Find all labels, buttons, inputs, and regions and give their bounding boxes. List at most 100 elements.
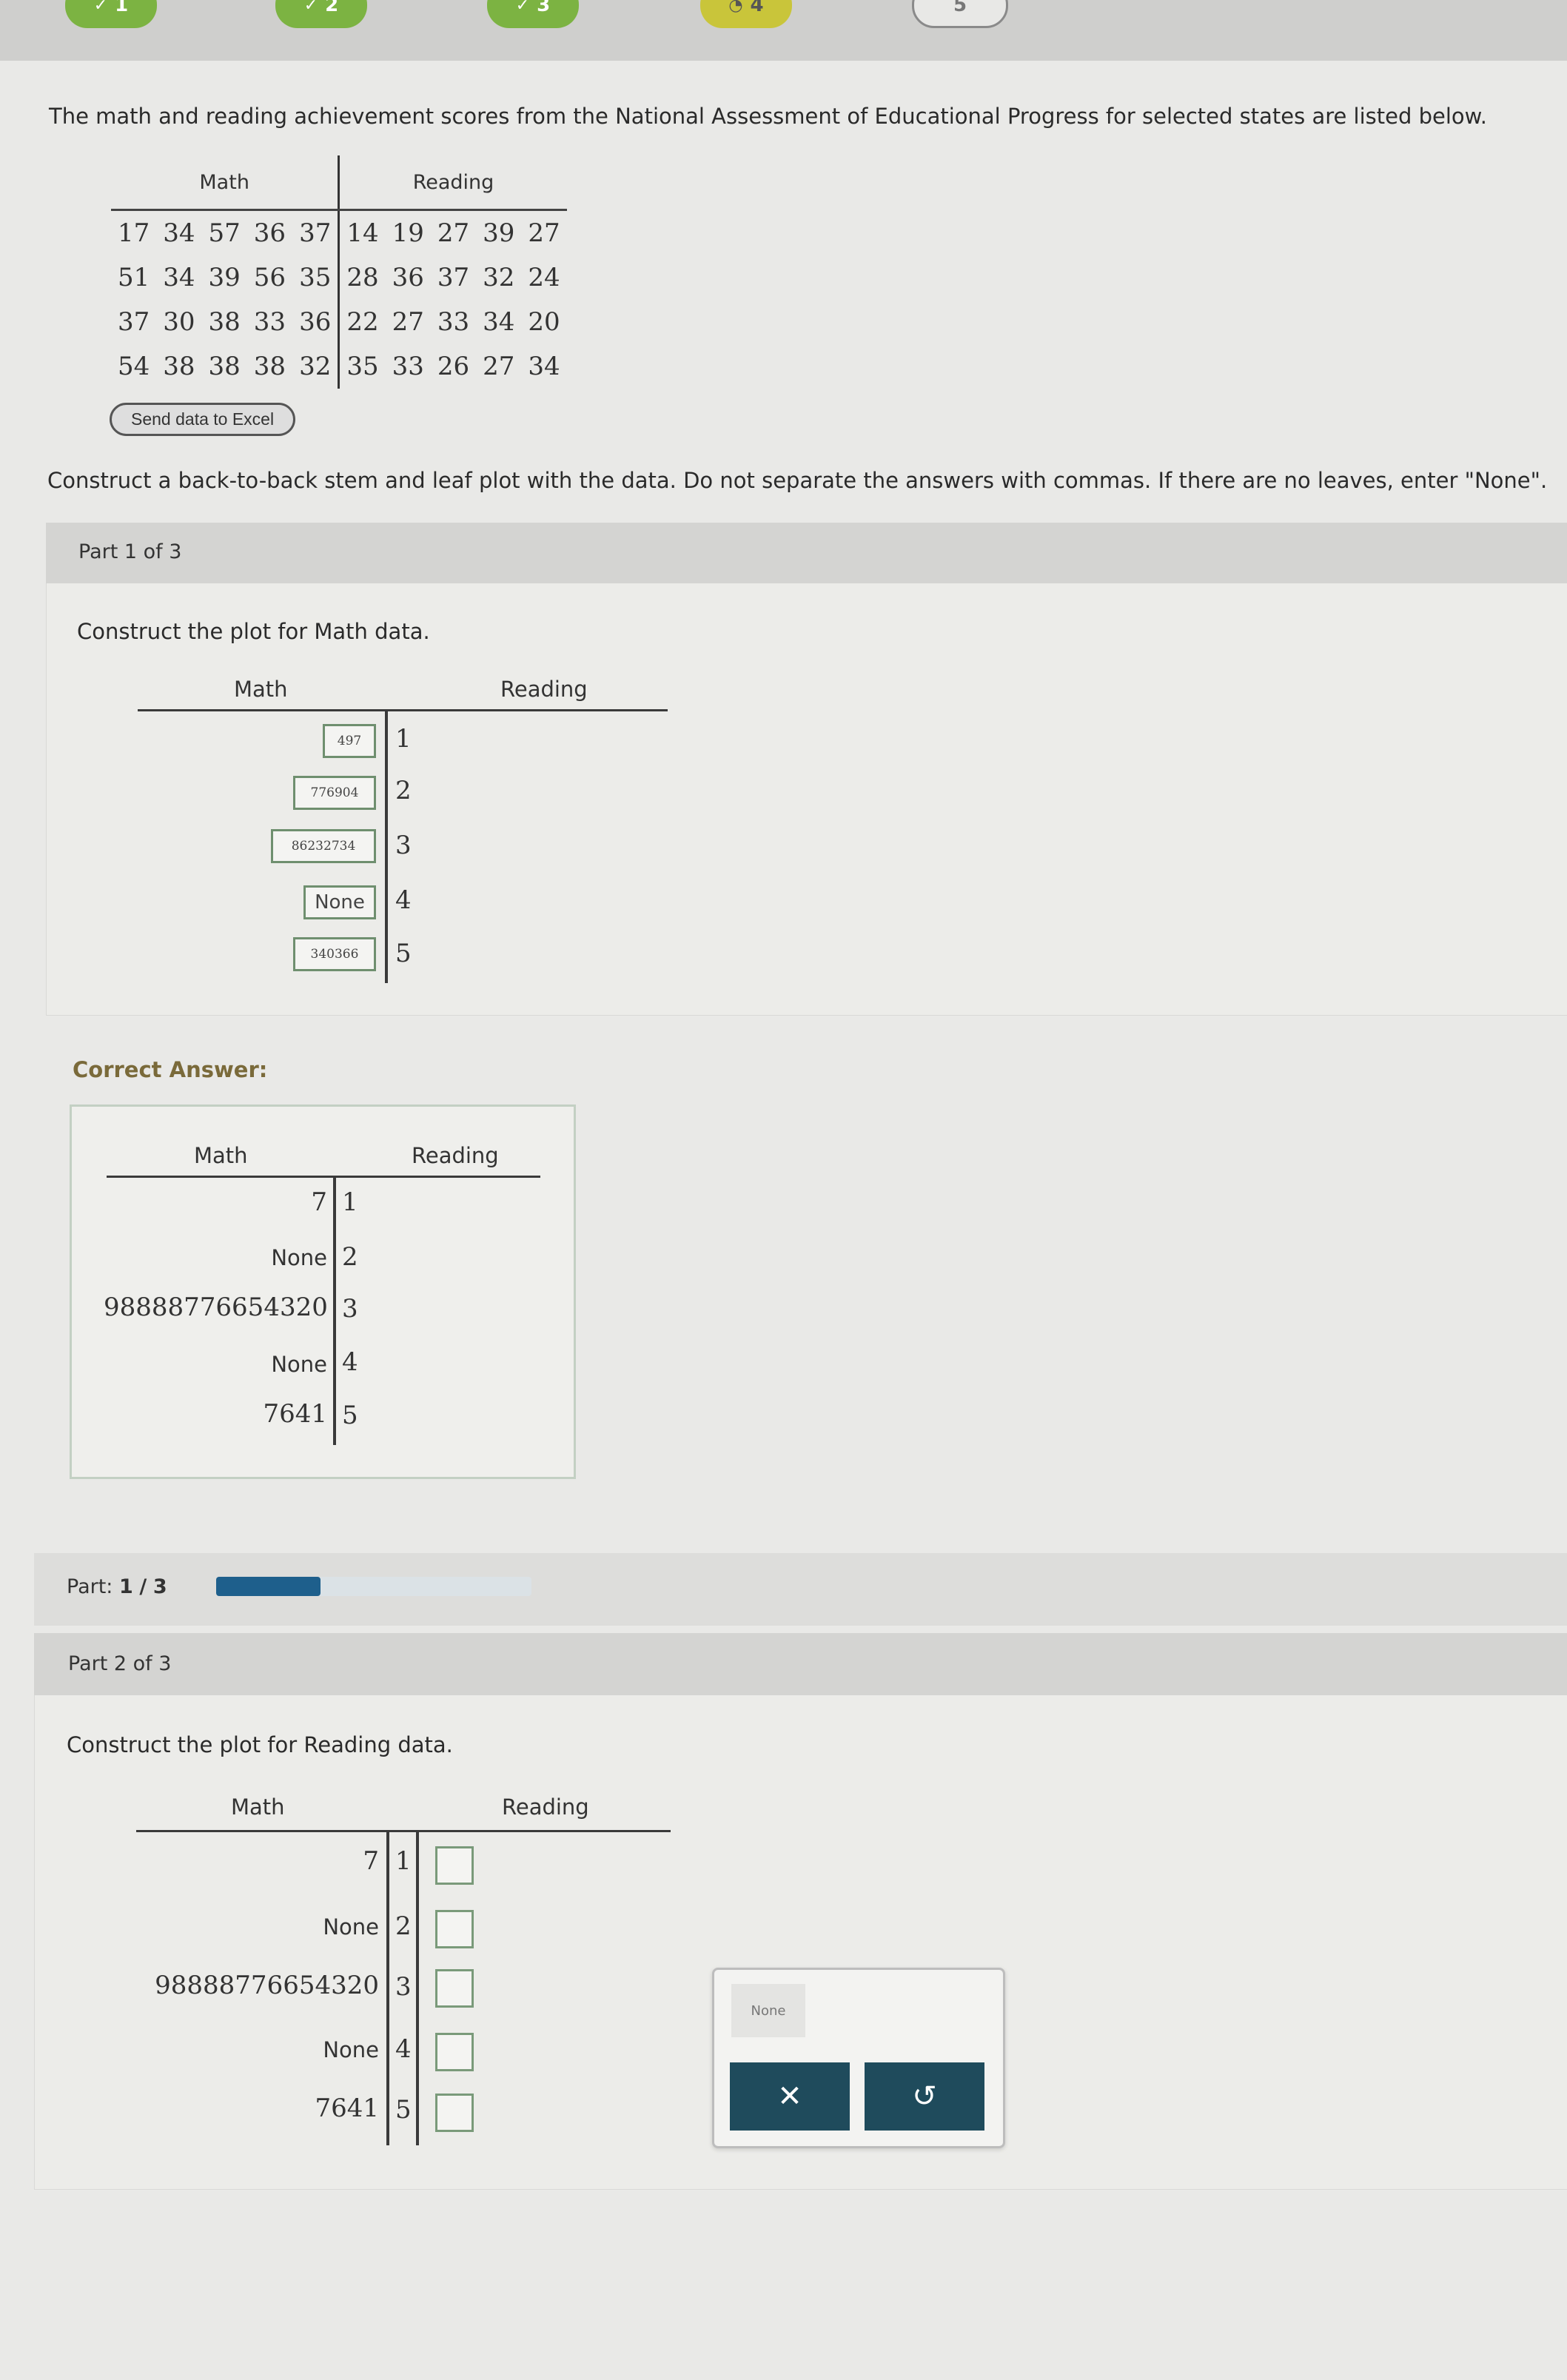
reading-score-cell: 33 bbox=[392, 352, 424, 381]
plot3-stem-divider-right bbox=[416, 1831, 419, 2145]
reading-leaf-input-5[interactable] bbox=[435, 2094, 474, 2132]
part-progress-track bbox=[216, 1577, 531, 1596]
math-leaf-input-5[interactable]: 340366 bbox=[293, 937, 376, 971]
undo-button[interactable]: ↺ bbox=[865, 2062, 984, 2131]
part-progress-text: Part: 1 / 3 bbox=[67, 1575, 167, 1598]
correct-math-leaves-3: 98888776654320 bbox=[104, 1293, 328, 1322]
plot2-stem-1: 1 bbox=[342, 1187, 358, 1217]
plot1-header-rule bbox=[138, 709, 668, 711]
reading-score-cell: 39 bbox=[483, 218, 515, 248]
reading-score-cell: 28 bbox=[346, 263, 379, 292]
math-score-cell: 34 bbox=[163, 263, 195, 292]
plot2-stem-3: 3 bbox=[342, 1294, 358, 1324]
reading-score-cell: 32 bbox=[483, 263, 515, 292]
part-progress-fill bbox=[216, 1577, 321, 1596]
data-table-row: 51 34 39 56 35 28 36 37 32 24 bbox=[111, 255, 567, 300]
plot2-stem-divider bbox=[333, 1177, 336, 1445]
question-1-indicator[interactable]: ✓ 1 bbox=[65, 0, 157, 28]
correct-math-leaves-5: 7641 bbox=[263, 1399, 327, 1429]
clear-button[interactable]: ✕ bbox=[730, 2062, 850, 2131]
data-table-row: 17 34 57 36 37 14 19 27 39 27 bbox=[111, 209, 567, 255]
data-table-row: 54 38 38 38 32 35 33 26 27 34 bbox=[111, 344, 567, 389]
math-score-cell: 34 bbox=[163, 218, 195, 248]
math-leaf-input-4[interactable]: None bbox=[303, 885, 376, 919]
part2-math-leaves-2: None bbox=[323, 1914, 379, 1940]
close-icon: ✕ bbox=[777, 2079, 802, 2113]
plot1-stem-2: 2 bbox=[395, 776, 412, 805]
math-score-cell: 30 bbox=[163, 307, 195, 337]
problem-instruction: Construct a back-to-back stem and leaf p… bbox=[47, 468, 1548, 493]
math-score-cell: 32 bbox=[292, 344, 340, 389]
math-score-cell: 38 bbox=[208, 307, 241, 337]
math-score-cell: 51 bbox=[118, 263, 150, 292]
none-button[interactable]: None bbox=[731, 1984, 805, 2037]
reading-score-cell: 34 bbox=[483, 307, 515, 337]
part1-header: Part 1 of 3 bbox=[78, 540, 182, 563]
plot1-header-math: Math bbox=[234, 677, 288, 702]
plot3-header-math: Math bbox=[231, 1794, 285, 1820]
partial-circle-icon: ◔ bbox=[728, 0, 743, 15]
plot3-header-reading: Reading bbox=[502, 1794, 589, 1820]
plot2-header-reading: Reading bbox=[412, 1143, 499, 1168]
part1-prompt: Construct the plot for Math data. bbox=[77, 619, 430, 644]
table-header-math: Math bbox=[111, 155, 340, 211]
reading-leaf-input-4[interactable] bbox=[435, 2033, 474, 2071]
question-3-indicator[interactable]: ✓ 3 bbox=[487, 0, 579, 28]
plot3-stem-divider-left bbox=[386, 1831, 389, 2145]
reading-score-cell: 27 bbox=[483, 352, 515, 381]
math-score-cell: 38 bbox=[208, 352, 241, 381]
part2-math-leaves-5: 7641 bbox=[315, 2094, 379, 2123]
plot3-stem-5: 5 bbox=[395, 2095, 412, 2125]
part1-panel bbox=[46, 523, 1567, 1016]
check-icon: ✓ bbox=[515, 0, 530, 15]
plot1-stem-1: 1 bbox=[395, 724, 412, 754]
question-4-indicator[interactable]: ◔ 4 bbox=[700, 0, 792, 28]
math-leaf-input-2[interactable]: 776904 bbox=[293, 776, 376, 810]
part1-header-bar: Part 1 of 3 bbox=[46, 523, 1567, 583]
question-5-indicator[interactable]: 5 bbox=[912, 0, 1008, 28]
reading-score-cell: 27 bbox=[528, 218, 560, 248]
math-score-cell: 57 bbox=[208, 218, 241, 248]
plot1-stem-3: 3 bbox=[395, 831, 412, 860]
reading-score-cell: 33 bbox=[437, 307, 470, 337]
question-progress-bar: ✓ 1 ✓ 2 ✓ 3 ◔ 4 5 bbox=[0, 0, 1567, 61]
plot1-stem-divider bbox=[385, 711, 388, 983]
plot2-stem-5: 5 bbox=[342, 1401, 358, 1430]
table-header-reading: Reading bbox=[338, 155, 567, 211]
question-2-indicator[interactable]: ✓ 2 bbox=[275, 0, 367, 28]
reading-leaf-input-1[interactable] bbox=[435, 1846, 474, 1885]
correct-math-leaves-4: None bbox=[271, 1352, 327, 1377]
math-leaf-input-1[interactable]: 497 bbox=[323, 724, 376, 758]
part2-math-leaves-3: 98888776654320 bbox=[155, 1971, 379, 2000]
reading-score-cell: 19 bbox=[392, 218, 424, 248]
undo-icon: ↺ bbox=[912, 2079, 937, 2113]
plot3-stem-4: 4 bbox=[395, 2034, 412, 2064]
reading-score-cell: 26 bbox=[437, 352, 470, 381]
correct-answer-label: Correct Answer: bbox=[73, 1057, 268, 1082]
part2-math-leaves-4: None bbox=[323, 2037, 379, 2062]
reading-leaf-input-3[interactable] bbox=[435, 1969, 474, 2008]
reading-leaf-input-2[interactable] bbox=[435, 1910, 474, 1948]
data-table-row: 37 30 38 33 36 22 27 33 34 20 bbox=[111, 300, 567, 344]
reading-score-cell: 20 bbox=[528, 307, 560, 337]
plot2-header-math: Math bbox=[194, 1143, 248, 1168]
math-score-cell: 33 bbox=[253, 307, 286, 337]
part2-header: Part 2 of 3 bbox=[68, 1652, 172, 1675]
check-icon: ✓ bbox=[93, 0, 108, 15]
problem-intro: The math and reading achievement scores … bbox=[49, 104, 1487, 129]
part2-prompt: Construct the plot for Reading data. bbox=[67, 1732, 453, 1757]
data-table: Math Reading 17 34 57 36 37 14 19 27 39 27 51 34 39 5… bbox=[111, 155, 567, 389]
math-score-cell: 37 bbox=[292, 209, 340, 255]
reading-score-cell: 35 bbox=[346, 352, 379, 381]
reading-score-cell: 37 bbox=[437, 263, 470, 292]
plot1-stem-5: 5 bbox=[395, 939, 412, 968]
reading-score-cell: 24 bbox=[528, 263, 560, 292]
reading-score-cell: 27 bbox=[437, 218, 470, 248]
plot3-stem-1: 1 bbox=[395, 1846, 412, 1876]
plot3-stem-3: 3 bbox=[395, 1972, 412, 2002]
reading-score-cell: 36 bbox=[392, 263, 424, 292]
send-to-excel-button[interactable]: Send data to Excel bbox=[110, 403, 296, 436]
reading-score-cell: 22 bbox=[346, 307, 379, 337]
math-score-cell: 36 bbox=[253, 218, 286, 248]
math-leaf-input-3[interactable]: 86232734 bbox=[271, 829, 376, 863]
